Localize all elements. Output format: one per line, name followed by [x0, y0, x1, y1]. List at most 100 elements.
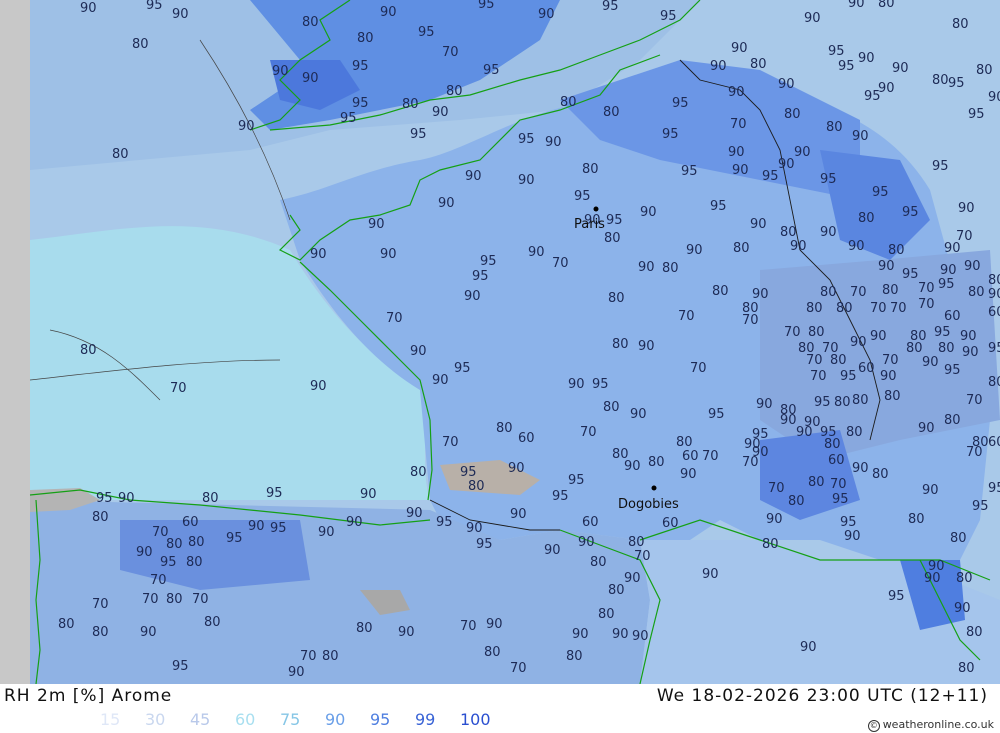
contour-label: 90	[538, 7, 555, 22]
contour-label: 70	[142, 592, 159, 607]
contour-label: 80	[836, 301, 853, 316]
contour-label: 90	[410, 344, 427, 359]
contour-label: 90	[380, 247, 397, 262]
contour-label: 80	[80, 343, 97, 358]
contour-label: 95	[708, 407, 725, 422]
legend-item: 75	[280, 710, 301, 729]
contour-label: 90	[954, 601, 971, 616]
contour-label: 95	[828, 44, 845, 59]
contour-label: 70	[386, 311, 403, 326]
contour-label: 80	[496, 421, 513, 436]
contour-label: 80	[824, 437, 841, 452]
legend-item: 95	[370, 710, 391, 729]
contour-label: 90	[870, 329, 887, 344]
contour-label: 90	[238, 119, 255, 134]
contour-label: 70	[966, 445, 983, 460]
contour-label: 95	[352, 96, 369, 111]
contour-label: 70	[192, 592, 209, 607]
contour-label: 90	[118, 491, 135, 506]
contour-label: 80	[604, 231, 621, 246]
contour-label: 80	[598, 607, 615, 622]
contour-label: 90	[380, 5, 397, 20]
city-dot	[651, 485, 657, 491]
contour-label: 90	[432, 105, 449, 120]
contour-label: 95	[838, 59, 855, 74]
contour-label: 80	[186, 555, 203, 570]
contour-label: 90	[728, 85, 745, 100]
contour-label: 90	[960, 329, 977, 344]
legend-item: 30	[145, 710, 166, 729]
contour-label: 70	[830, 477, 847, 492]
contour-label: 90	[638, 339, 655, 354]
contour-label: 90	[302, 71, 319, 86]
contour-label: 90	[892, 61, 909, 76]
contour-label: 90	[766, 512, 783, 527]
contour-label: 95	[902, 205, 919, 220]
contour-label: 70	[150, 573, 167, 588]
contour-label: 70	[742, 313, 759, 328]
contour-label: 95	[480, 254, 497, 269]
contour-label: 95	[410, 127, 427, 142]
contour-label: 95	[944, 363, 961, 378]
contour-label: 90	[432, 373, 449, 388]
contour-label: 95	[660, 9, 677, 24]
contour-label: 80	[780, 225, 797, 240]
contour-label: 80	[590, 555, 607, 570]
contour-label: 95	[574, 189, 591, 204]
contour-label: 90	[878, 259, 895, 274]
contour-label: 90	[510, 507, 527, 522]
contour-label: 95	[968, 107, 985, 122]
contour-label: 70	[460, 619, 477, 634]
contour-label: 90	[796, 425, 813, 440]
contour-label: 90	[612, 627, 629, 642]
contour-label: 95	[814, 395, 831, 410]
contour-label: 70	[442, 435, 459, 450]
contour-label: 90	[752, 287, 769, 302]
contour-label: 80	[112, 147, 129, 162]
contour-label: 80	[132, 37, 149, 52]
contour-label: 90	[820, 225, 837, 240]
legend-item: 60	[235, 710, 256, 729]
contour-label: 90	[465, 169, 482, 184]
contour-label: 95	[988, 481, 1000, 496]
contour-label: 90	[790, 239, 807, 254]
contour-label: 90	[172, 7, 189, 22]
contour-label: 70	[870, 301, 887, 316]
map-title: RH 2m [%] Arome	[4, 686, 173, 706]
contour-label: 90	[958, 201, 975, 216]
contour-label: 80	[322, 649, 339, 664]
contour-label: 70	[768, 481, 785, 496]
contour-label: 80	[468, 479, 485, 494]
contour-label: 70	[890, 301, 907, 316]
contour-label: 95	[888, 589, 905, 604]
contour-label: 70	[918, 281, 935, 296]
credit-link[interactable]: © weatheronline.co.uk	[867, 718, 994, 732]
contour-label: 80	[356, 621, 373, 636]
contour-label: 95	[472, 269, 489, 284]
contour-label: 70	[810, 369, 827, 384]
contour-label: 80	[204, 615, 221, 630]
contour-label: 90	[140, 625, 157, 640]
contour-label: 90	[962, 345, 979, 360]
contour-label: 90	[780, 413, 797, 428]
contour-label: 80	[846, 425, 863, 440]
contour-label: 80	[858, 211, 875, 226]
contour-label: 80	[906, 341, 923, 356]
contour-label: 95	[340, 111, 357, 126]
contour-label: 80	[603, 105, 620, 120]
contour-label: 60	[858, 361, 875, 376]
contour-label: 80	[712, 284, 729, 299]
contour-label: 80	[302, 15, 319, 30]
city-label-paris: Paris	[574, 217, 605, 232]
contour-label: 70	[552, 256, 569, 271]
contour-label: 90	[850, 335, 867, 350]
contour-label: 70	[634, 549, 651, 564]
contour-label: 95	[478, 0, 495, 12]
contour-label: 95	[146, 0, 163, 13]
contour-label: 60	[182, 515, 199, 530]
contour-label: 95	[864, 89, 881, 104]
contour-label: 95	[662, 127, 679, 142]
contour-label: 70	[510, 661, 527, 676]
contour-label: 70	[580, 425, 597, 440]
contour-label: 90	[728, 145, 745, 160]
